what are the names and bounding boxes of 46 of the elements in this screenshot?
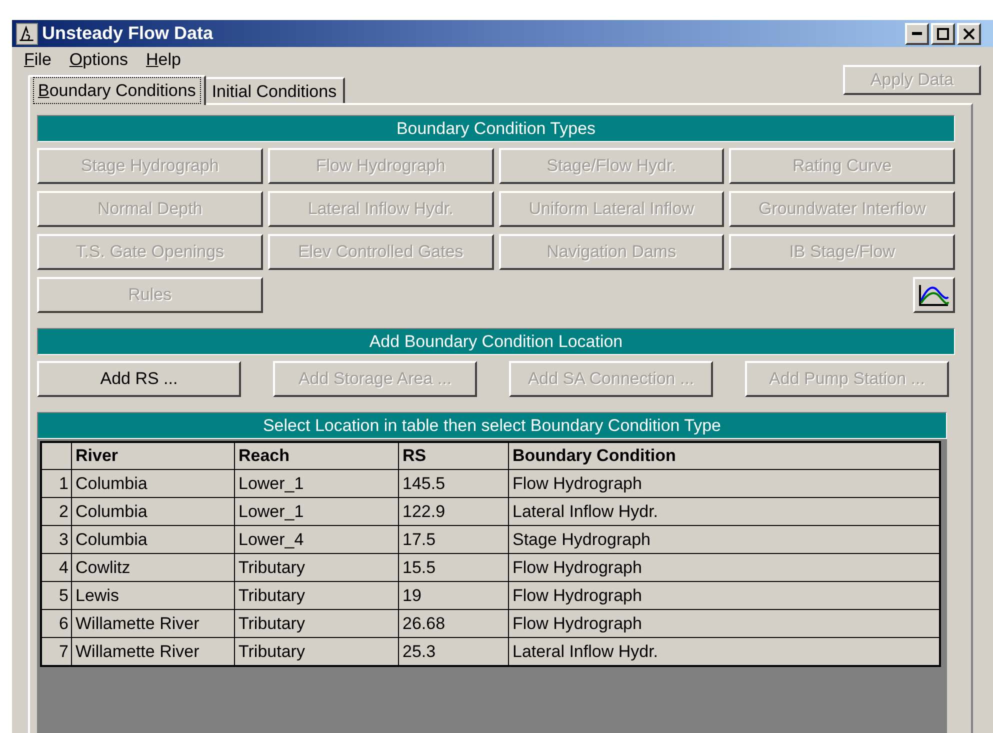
plot-button[interactable] xyxy=(913,276,955,312)
menu-item[interactable]: File xyxy=(18,47,58,72)
table-cell[interactable]: 145.5 xyxy=(398,470,508,498)
row-number: 5 xyxy=(41,582,71,610)
add-location-button[interactable]: Add RS ... xyxy=(37,360,241,396)
maximize-button[interactable] xyxy=(931,22,955,44)
column-header: RS xyxy=(398,442,508,470)
table-cell[interactable]: 26.68 xyxy=(398,610,508,638)
table-cell[interactable]: Tributary xyxy=(234,610,398,638)
row-number: 2 xyxy=(41,498,71,526)
table-cell[interactable]: Columbia xyxy=(71,470,234,498)
table-cell[interactable]: Willamette River xyxy=(71,610,234,638)
table-cell[interactable]: Columbia xyxy=(71,526,234,554)
row-number: 4 xyxy=(41,554,71,582)
column-header: Reach xyxy=(234,442,398,470)
table-cell[interactable]: Cowlitz xyxy=(71,554,234,582)
close-icon xyxy=(963,28,975,40)
chart-icon xyxy=(918,282,950,306)
section-header: Add Boundary Condition Location xyxy=(37,328,955,354)
row-number: 3 xyxy=(41,526,71,554)
table-cell[interactable]: 122.9 xyxy=(398,498,508,526)
tab[interactable]: Boundary Conditions xyxy=(28,74,206,104)
row-number: 6 xyxy=(41,610,71,638)
app-icon xyxy=(16,22,38,44)
table-cell[interactable]: Lower_1 xyxy=(234,470,398,498)
minimize-button[interactable] xyxy=(905,22,929,44)
menu-item[interactable]: Help xyxy=(140,47,187,72)
row-number: 1 xyxy=(41,470,71,498)
table-cell[interactable]: Tributary xyxy=(234,554,398,582)
table-cell[interactable]: Lewis xyxy=(71,582,234,610)
menu-item[interactable]: Options xyxy=(63,47,134,72)
table-cell[interactable]: Tributary xyxy=(234,582,398,610)
table-cell[interactable]: 19 xyxy=(398,582,508,610)
section-header: Select Location in table then select Boundary Condition Type xyxy=(37,412,947,438)
maximize-icon xyxy=(937,28,949,40)
window-title: Unsteady Flow Data xyxy=(42,22,214,45)
column-header: River xyxy=(71,442,234,470)
table-cell[interactable]: 15.5 xyxy=(398,554,508,582)
table-cell[interactable]: 17.5 xyxy=(398,526,508,554)
table-cell[interactable]: Columbia xyxy=(71,498,234,526)
minimize-icon xyxy=(912,32,922,35)
close-button[interactable] xyxy=(957,22,981,44)
table-cell[interactable]: Lower_1 xyxy=(234,498,398,526)
section-header: Boundary Condition Types xyxy=(37,114,955,142)
table-cell[interactable]: Lower_4 xyxy=(234,526,398,554)
tab[interactable]: Initial Conditions xyxy=(206,76,345,102)
